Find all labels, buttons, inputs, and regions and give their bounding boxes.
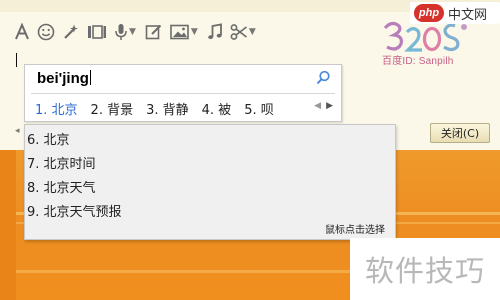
ime-candidate[interactable]: 2. 背景 — [91, 99, 134, 118]
image-icon[interactable]: ▼ — [170, 20, 200, 44]
ime-pinyin-input[interactable]: bei'jing — [37, 70, 91, 87]
screenshot-frame: ▼ ▼ ▼ 百度ID: Sanpilh php 中文网 ◂ 关闭(C) bei'… — [0, 0, 500, 300]
watermark-text: 软件技巧 — [364, 254, 485, 288]
software-tips-watermark: 软件技巧 — [350, 238, 500, 300]
chevron-down-icon[interactable]: ▼ — [129, 27, 136, 37]
chat-toolbar: ▼ ▼ ▼ — [14, 16, 265, 48]
php-site-watermark: php 中文网 — [410, 2, 500, 24]
ime-candidate[interactable]: 5. 呗 — [244, 99, 274, 118]
ime-candidate[interactable]: 1. 北京 — [35, 99, 78, 118]
ime-candidate[interactable]: 4. 被 — [202, 99, 232, 118]
edit-icon[interactable] — [145, 20, 163, 44]
font-icon[interactable] — [14, 20, 30, 44]
close-button[interactable]: 关闭(C) — [430, 123, 490, 143]
chevron-down-icon[interactable]: ▼ — [191, 27, 198, 37]
suggestion-item[interactable]: 8. 北京天气 — [27, 175, 96, 197]
ime-cursor — [89, 70, 91, 85]
suggestion-item[interactable]: 6. 北京 — [27, 127, 70, 149]
next-page-icon[interactable]: ▶ — [326, 101, 333, 111]
suggestion-item[interactable]: 7. 北京时间 — [27, 151, 96, 173]
microphone-icon[interactable]: ▼ — [114, 20, 138, 44]
ime-candidate-window: bei'jing 1. 北京 2. 背景 3. 背静 4. 被 5. 呗 ◀ ▶ — [24, 64, 342, 122]
input-resize-handle[interactable]: ◂ — [15, 126, 20, 136]
watermark-site-name: 中文网 — [448, 7, 488, 23]
text-cursor — [16, 53, 17, 67]
cloud-suggestion-list: 6. 北京 7. 北京时间 8. 北京天气 9. 北京天气预报 鼠标点击选择 — [24, 124, 396, 240]
chevron-down-icon[interactable]: ▼ — [249, 27, 256, 37]
emoji-icon[interactable] — [37, 20, 55, 44]
magic-icon[interactable] — [62, 20, 80, 44]
logo-caption: 百度ID: Sanpilh — [382, 56, 454, 67]
search-icon[interactable] — [316, 70, 331, 89]
desktop-edge — [0, 150, 16, 300]
ime-divider — [31, 93, 335, 94]
suggestion-item[interactable]: 9. 北京天气预报 — [27, 199, 122, 221]
ime-pager: ◀ ▶ — [309, 101, 333, 111]
scissors-icon[interactable]: ▼ — [230, 20, 258, 44]
ime-candidate-list: 1. 北京 2. 背景 3. 背静 4. 被 5. 呗 — [35, 98, 287, 118]
php-logo: php — [414, 4, 444, 22]
suggestion-hint: 鼠标点击选择 — [325, 225, 385, 236]
screenshot-icon[interactable] — [87, 20, 107, 44]
ime-candidate[interactable]: 3. 背静 — [146, 99, 189, 118]
music-icon[interactable] — [207, 20, 223, 44]
prev-page-icon[interactable]: ◀ — [314, 101, 321, 111]
ime-pinyin-text: bei'jing — [37, 70, 89, 87]
